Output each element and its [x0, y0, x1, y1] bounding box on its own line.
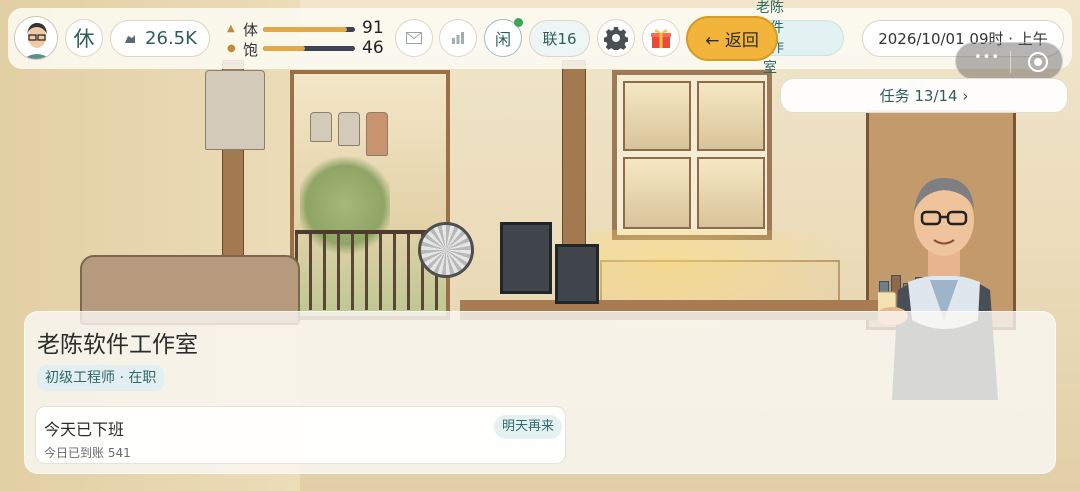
hanging-tshirt — [205, 70, 265, 150]
contacts-button[interactable]: 联16 — [529, 20, 590, 57]
work-status-title: 今天已下班 — [44, 420, 125, 439]
coin-icon — [125, 34, 136, 43]
back-label: ← 返回 — [705, 31, 759, 51]
monitor — [555, 244, 599, 304]
avatar-icon — [15, 17, 57, 59]
work-status-card: 今天已下班 今日已到账 541 明天再来 — [35, 406, 566, 464]
electric-fan — [418, 222, 474, 278]
role-badge: 初级工程师 · 在职 — [37, 365, 165, 391]
rest-button[interactable]: 休 — [65, 19, 103, 57]
more-icon[interactable]: ••• — [974, 50, 1000, 65]
online-dot — [514, 18, 523, 27]
player-avatar[interactable] — [14, 16, 58, 60]
hanging-shirt — [338, 112, 360, 146]
miniprogram-capsule: ••• — [955, 42, 1063, 80]
tasks-button[interactable]: 任务 13/14 › — [780, 78, 1068, 113]
mail-icon — [406, 32, 422, 44]
contacts-label: 联16 — [542, 30, 577, 48]
settings-button[interactable] — [597, 19, 635, 57]
stamina-icon: ▲ — [227, 23, 235, 34]
hanging-shirt — [366, 112, 388, 156]
coin-value: 26.5K — [145, 28, 197, 49]
capsule-divider — [1010, 51, 1011, 73]
stamina-fill — [263, 27, 347, 32]
record-icon[interactable] — [1028, 52, 1048, 72]
mail-button[interactable] — [395, 19, 433, 57]
gift-button[interactable] — [642, 19, 680, 57]
tasks-label: 任务 13/14 › — [879, 87, 969, 105]
come-back-tomorrow-badge[interactable]: 明天再来 — [494, 415, 563, 439]
stamina-label: 体 — [243, 21, 259, 39]
food-icon: ● — [227, 43, 236, 54]
hanging-shirt — [310, 112, 332, 142]
fullness-bar — [263, 46, 355, 51]
studio-name: 老陈软件工作室 — [37, 332, 198, 358]
stats-icon — [452, 32, 464, 44]
idle-label: 闲 — [494, 30, 511, 49]
window — [612, 70, 772, 240]
fullness-fill — [263, 46, 306, 51]
back-button[interactable]: ← 返回 — [686, 16, 778, 61]
monitor — [500, 222, 552, 294]
stats-button[interactable] — [439, 19, 477, 57]
rest-label: 休 — [73, 27, 95, 51]
studio-panel: 老陈软件工作室 初级工程师 · 在职 今天已下班 今日已到账 541 明天再来 — [24, 311, 1056, 474]
coin-balance[interactable]: 26.5K — [110, 20, 210, 57]
stamina-value: 91 — [362, 18, 384, 38]
income-text: 今日已到账 541 — [44, 446, 131, 460]
fullness-value: 46 — [362, 38, 384, 58]
gift-icon — [651, 29, 671, 48]
stamina-bar — [263, 27, 355, 32]
gear-icon — [604, 27, 628, 50]
fullness-label: 饱 — [243, 41, 259, 59]
